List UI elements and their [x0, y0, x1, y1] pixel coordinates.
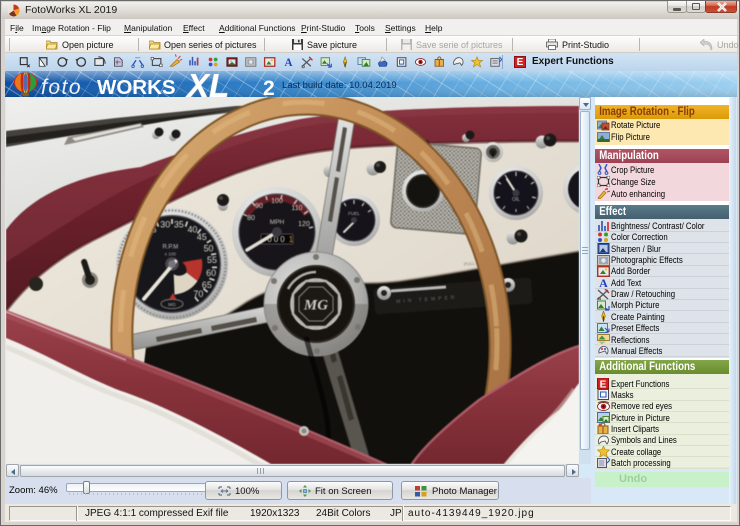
svg-text:110: 110: [291, 205, 302, 212]
svg-text:50: 50: [204, 243, 214, 253]
svg-text:XL: XL: [185, 71, 229, 97]
svg-text:x 100: x 100: [165, 252, 177, 257]
svg-text:30: 30: [160, 219, 170, 229]
svg-text:WORKS: WORKS: [97, 76, 176, 97]
svg-text:E: E: [600, 380, 607, 390]
svg-text:MG: MG: [303, 298, 328, 314]
svg-text:2: 2: [263, 77, 275, 97]
svg-text:FUEL: FUEL: [348, 211, 360, 216]
svg-text:80: 80: [247, 215, 255, 222]
svg-text:55: 55: [207, 255, 217, 265]
svg-text:R.P.M: R.P.M: [162, 245, 178, 251]
svg-text:35: 35: [174, 219, 184, 229]
svg-text:Last build date: 10.04.2019: Last build date: 10.04.2019: [282, 80, 397, 91]
svg-text:OIL: OIL: [512, 197, 520, 203]
svg-text:foto: foto: [41, 76, 82, 97]
svg-text:60: 60: [206, 268, 216, 278]
svg-text:1: 1: [289, 235, 294, 244]
svg-text:A: A: [599, 277, 608, 288]
svg-text:MG: MG: [168, 302, 176, 307]
svg-text:100: 100: [271, 198, 283, 205]
svg-text:120: 120: [298, 221, 310, 228]
svg-text:65: 65: [202, 280, 212, 290]
svg-text:90: 90: [255, 203, 263, 210]
svg-text:40: 40: [187, 225, 197, 235]
svg-text:MPH: MPH: [270, 219, 285, 226]
svg-text:A: A: [285, 57, 293, 69]
